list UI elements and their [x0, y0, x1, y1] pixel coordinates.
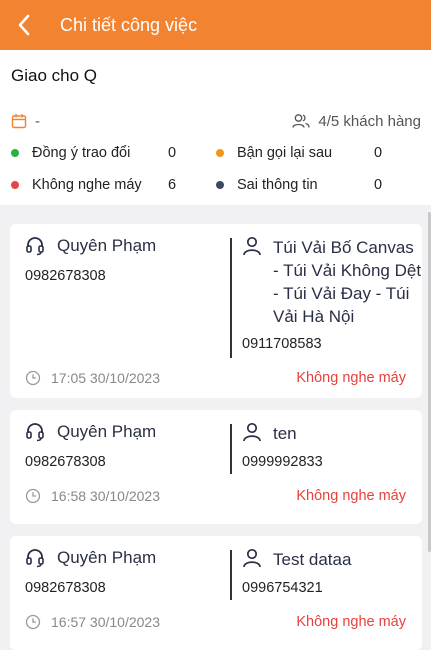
stat-count: 0 [168, 145, 177, 161]
stat-wrong-info: Sai thông tin [216, 175, 318, 195]
agent-phone: 0982678308 [25, 580, 106, 596]
user-icon [243, 236, 261, 256]
agent-row: Quyên Phạm [25, 422, 156, 442]
call-time: 16:57 30/10/2023 [25, 614, 160, 630]
users-icon [292, 114, 311, 128]
date-value: - [35, 112, 40, 130]
call-time-value: 16:57 30/10/2023 [51, 614, 160, 630]
stat-count: 0 [374, 177, 383, 193]
assign-title: Giao cho Q [11, 66, 97, 85]
headset-icon [26, 423, 44, 442]
call-card[interactable]: Quyên Phạm 0982678308 Test dataa 0996754… [10, 536, 422, 650]
divider [230, 424, 232, 474]
customer-phone: 0999992833 [242, 454, 323, 470]
user-icon [243, 422, 261, 442]
status-badge: Không nghe máy [296, 488, 406, 504]
clock-icon [25, 488, 41, 504]
customer-name: Test dataa [273, 550, 352, 569]
agent-row: Quyên Phạm [25, 548, 156, 568]
status-dot [216, 181, 224, 189]
call-time-value: 16:58 30/10/2023 [51, 488, 160, 504]
chevron-left-icon [18, 14, 30, 36]
call-list[interactable]: Quyên Phạm 0982678308 Túi Vải Bố Canvas … [0, 205, 431, 650]
call-time-value: 17:05 30/10/2023 [51, 370, 160, 386]
customer-name: Túi Vải Bố Canvas - Túi Vải Không Dệt - … [273, 238, 422, 326]
agent-row: Quyên Phạm [25, 236, 156, 256]
call-time: 17:05 30/10/2023 [25, 370, 160, 386]
customer-phone: 0996754321 [242, 580, 323, 596]
customer-name: ten [273, 424, 297, 443]
stat-label: Đồng ý trao đổi [32, 145, 131, 161]
agent-name: Quyên Phạm [57, 422, 157, 441]
headset-icon [26, 549, 44, 568]
status-badge: Không nghe máy [296, 370, 406, 386]
divider [230, 550, 232, 600]
page-title: Chi tiết công việc [60, 14, 198, 35]
status-dot [216, 149, 224, 157]
status-dot [11, 149, 19, 157]
call-card[interactable]: Quyên Phạm 0982678308 Túi Vải Bố Canvas … [10, 224, 422, 398]
stat-label: Sai thông tin [237, 177, 318, 193]
user-icon [243, 548, 261, 568]
calendar-icon [11, 114, 27, 129]
customer-count: 4/5 khách hàng [292, 113, 421, 130]
call-card[interactable]: Quyên Phạm 0982678308 ten 0999992833 16:… [10, 410, 422, 524]
stat-label: Bận gọi lại sau [237, 145, 333, 161]
headset-icon [26, 237, 44, 256]
stat-count: 0 [374, 145, 383, 161]
stat-busy: Bận gọi lại sau [216, 143, 332, 163]
clock-icon [25, 370, 41, 386]
customer-phone: 0911708583 [242, 336, 322, 352]
customer-count-value: 4/5 khách hàng [318, 112, 421, 130]
app-header: Chi tiết công việc [0, 0, 431, 50]
stat-agree: Đồng ý trao đổi [11, 143, 130, 163]
agent-phone: 0982678308 [25, 268, 106, 284]
divider [230, 238, 232, 358]
agent-name: Quyên Phạm [57, 236, 157, 255]
stat-label: Không nghe máy [32, 177, 142, 193]
call-time: 16:58 30/10/2023 [25, 488, 160, 504]
status-dot [11, 181, 19, 189]
back-button[interactable] [0, 0, 48, 50]
agent-name: Quyên Phạm [57, 548, 157, 567]
summary-panel: Giao cho Q - 4/5 khách hàng Đồng ý trao … [0, 50, 431, 205]
status-badge: Không nghe máy [296, 614, 406, 630]
agent-phone: 0982678308 [25, 454, 106, 470]
stat-count: 6 [168, 177, 177, 193]
date-info: - [11, 113, 40, 130]
stat-no-answer: Không nghe máy [11, 175, 142, 195]
clock-icon [25, 614, 41, 630]
date-customer-row: - 4/5 khách hàng [11, 111, 421, 131]
